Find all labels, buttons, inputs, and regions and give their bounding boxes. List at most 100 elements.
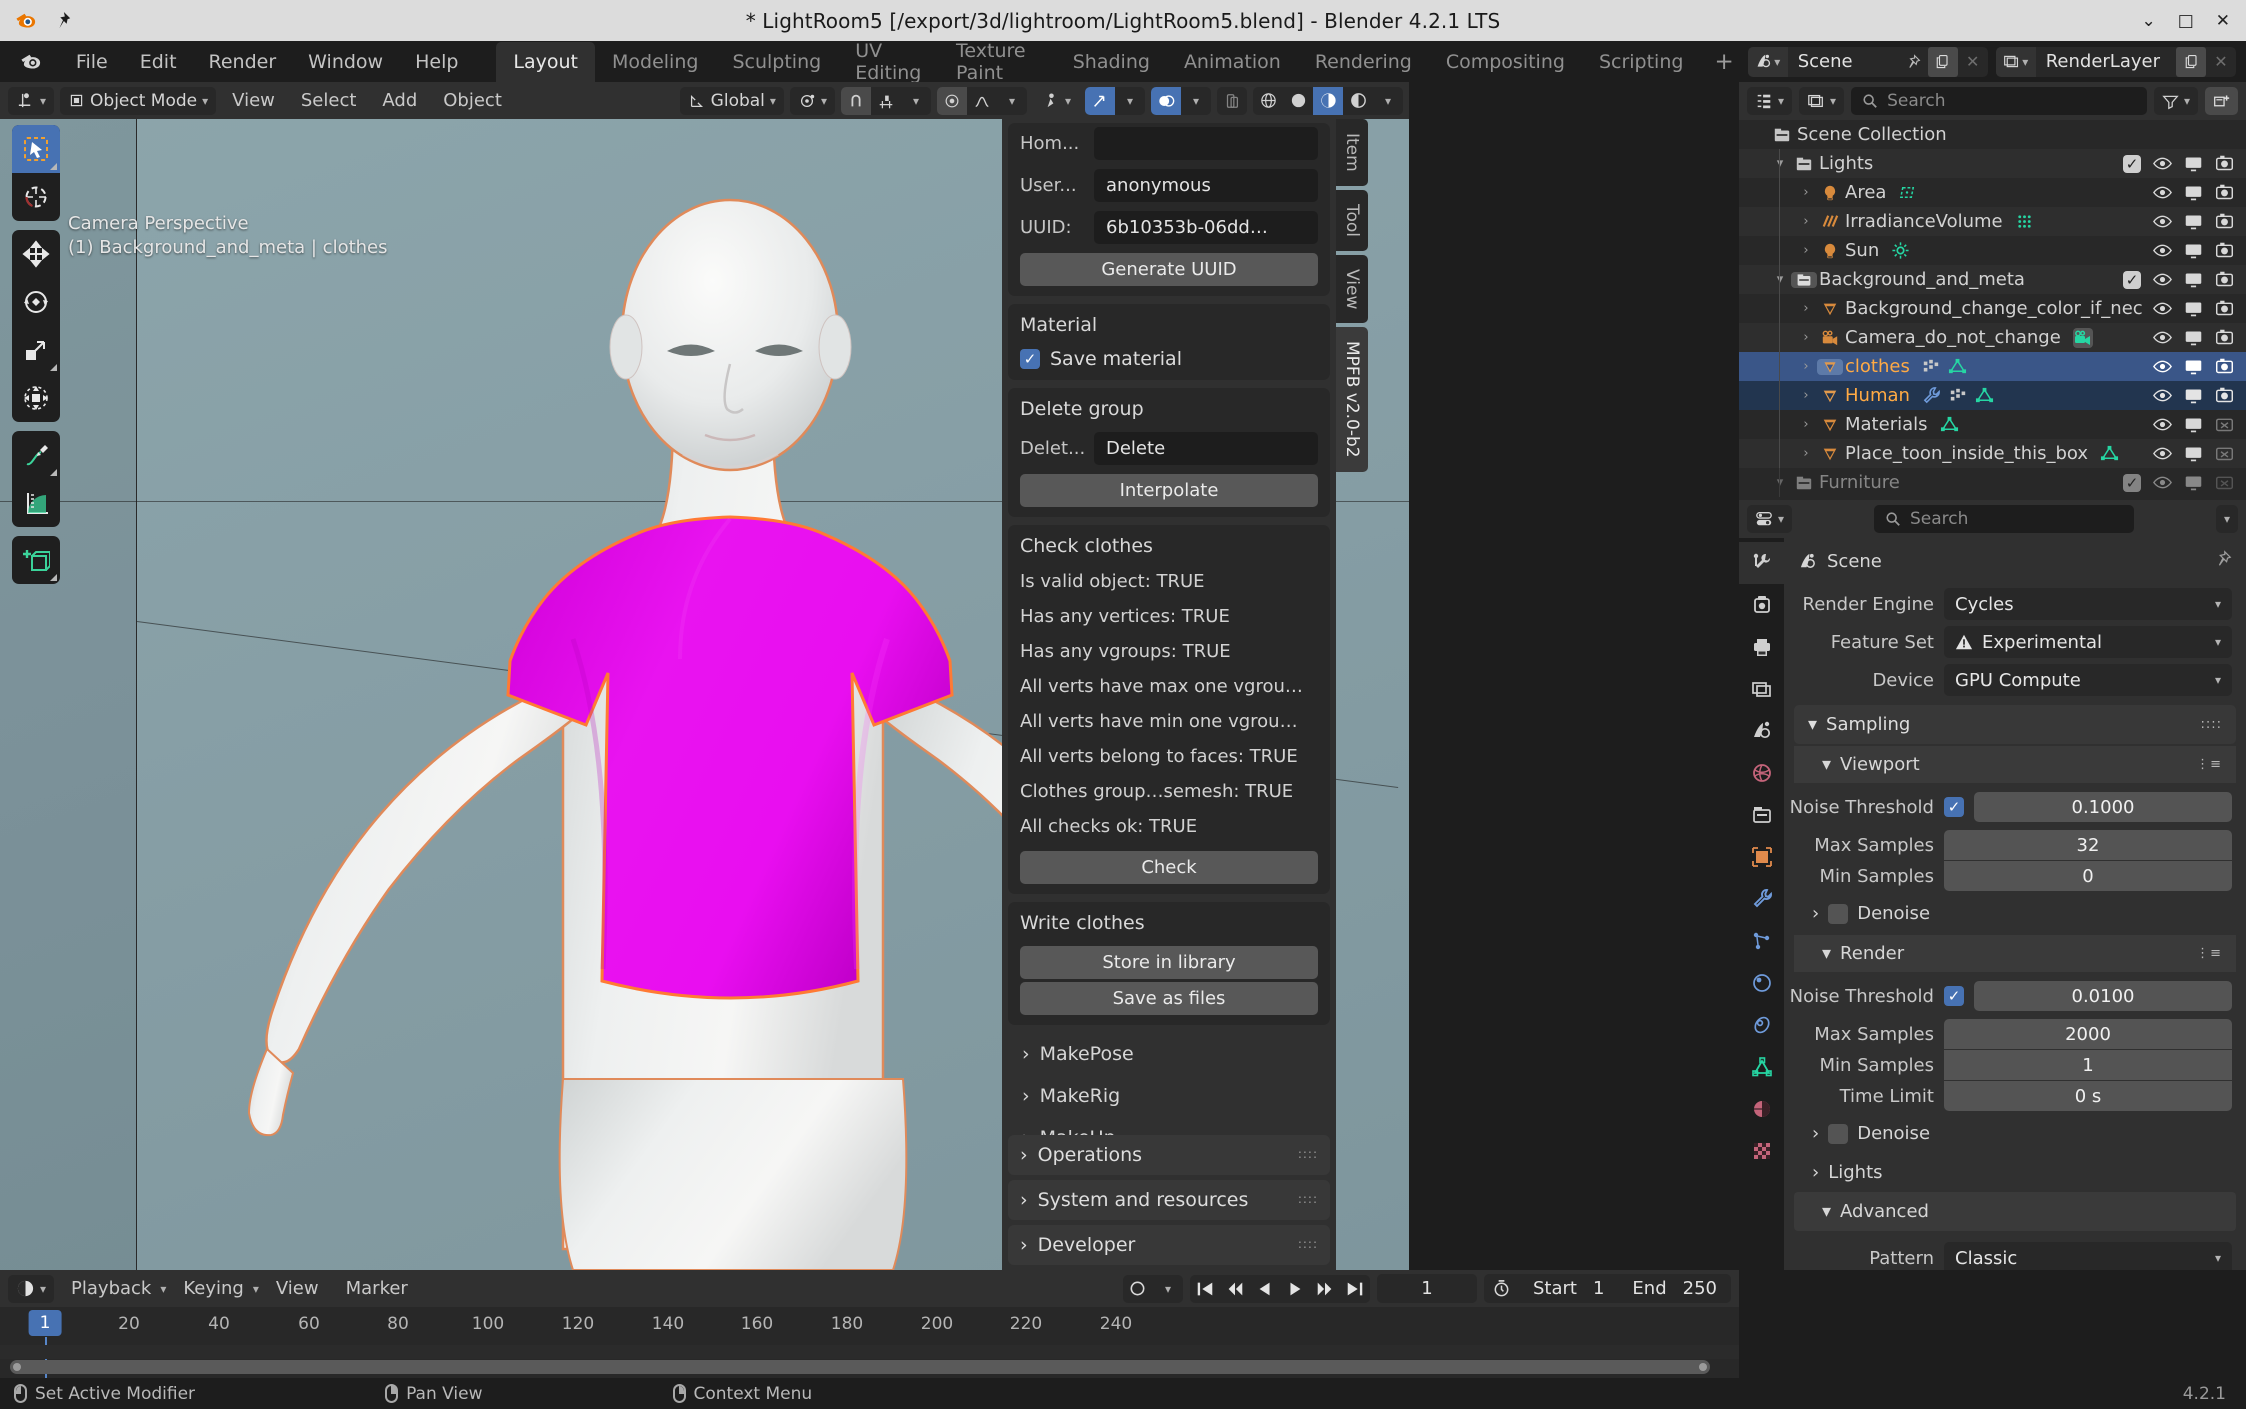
- screen-icon[interactable]: [2184, 154, 2203, 173]
- transform-orientation-selector[interactable]: Global ▾: [679, 86, 784, 115]
- object-mode-selector[interactable]: Object Mode ▾: [60, 86, 217, 115]
- preset-list-icon[interactable]: ⋮≡: [2196, 758, 2222, 771]
- camera-data-icon[interactable]: [2072, 327, 2093, 348]
- twisty-icon[interactable]: ▾: [1769, 272, 1791, 287]
- cursor-tool[interactable]: [12, 173, 60, 221]
- outliner-row-clothes[interactable]: › clothes: [1739, 352, 2246, 381]
- menu-window[interactable]: Window: [292, 46, 399, 78]
- twisty-icon[interactable]: ›: [1795, 417, 1817, 432]
- outliner-row-background-change-color[interactable]: › Background_change_color_if_nec: [1739, 294, 2246, 323]
- eye-icon[interactable]: [2153, 386, 2172, 405]
- outliner-search-input[interactable]: Search: [1851, 87, 2147, 115]
- scene-selector[interactable]: ▾ Scene ✕: [1747, 46, 1988, 77]
- camera-render-icon[interactable]: [2215, 241, 2234, 260]
- screen-icon[interactable]: [2184, 183, 2203, 202]
- save-material-checkbox-row[interactable]: ✓ Save material: [1020, 348, 1318, 370]
- menu-edit[interactable]: Edit: [124, 46, 193, 78]
- blender-menu-icon[interactable]: [14, 49, 50, 75]
- tab-shading[interactable]: Shading: [1056, 42, 1167, 82]
- vertex-group-icon[interactable]: [1922, 358, 1940, 376]
- menu-help[interactable]: Help: [399, 46, 474, 78]
- new-collection-icon[interactable]: [2205, 87, 2238, 115]
- properties-editor[interactable]: ▾ Search ▾ Scene Render Engine Cycles ▾ …: [1739, 500, 2246, 1270]
- twisty-icon[interactable]: ›: [1795, 214, 1817, 229]
- delete-scene-icon[interactable]: ✕: [1958, 47, 1988, 77]
- tab-particles[interactable]: [1739, 920, 1784, 962]
- show-gizmo-icon[interactable]: [1085, 86, 1115, 115]
- check-button[interactable]: Check: [1020, 851, 1318, 884]
- new-viewlayer-icon[interactable]: [2176, 46, 2206, 77]
- play-icon[interactable]: [1280, 1275, 1310, 1303]
- eye-icon[interactable]: [2153, 444, 2172, 463]
- viewport-max-samples-value[interactable]: 32: [1944, 830, 2232, 860]
- snap-dropdown-icon[interactable]: ▾: [901, 87, 931, 115]
- menu-file[interactable]: File: [60, 46, 124, 78]
- tab-physics[interactable]: [1739, 962, 1784, 1004]
- annotate-tool[interactable]: [12, 431, 60, 479]
- minimize-button[interactable]: ⌄: [2141, 11, 2155, 31]
- tab-data[interactable]: [1739, 1046, 1784, 1088]
- current-frame-field[interactable]: 1: [1376, 1274, 1477, 1303]
- rendered-shading-icon[interactable]: [1343, 87, 1373, 115]
- grip-dots-icon[interactable]: ::::: [1298, 1238, 1318, 1250]
- section-system-and-resources[interactable]: › System and resources ::::: [1008, 1180, 1330, 1220]
- jump-start-icon[interactable]: [1190, 1275, 1220, 1303]
- outliner-row-background-and-meta[interactable]: ▾ Background_and_meta ✓: [1739, 265, 2246, 294]
- outliner-filter-icon[interactable]: ▾: [2153, 87, 2198, 115]
- outliner-row-camera-do-not-change[interactable]: › Camera_do_not_change: [1739, 323, 2246, 352]
- camera-render-disabled-icon[interactable]: [2215, 473, 2234, 492]
- timeline-menu-keying[interactable]: Keying: [173, 1274, 253, 1303]
- viewport-menu-view[interactable]: View: [222, 86, 285, 115]
- viewlayer-name[interactable]: RenderLayer: [2035, 51, 2176, 72]
- outliner-row-human[interactable]: › Human: [1739, 381, 2246, 410]
- camera-render-icon[interactable]: [2215, 270, 2234, 289]
- render-engine-select[interactable]: Cycles ▾: [1944, 588, 2232, 620]
- eye-icon[interactable]: [2153, 270, 2172, 289]
- overlay-dropdown-icon[interactable]: ▾: [1181, 87, 1211, 115]
- twisty-icon[interactable]: ›: [1795, 243, 1817, 258]
- tab-layout[interactable]: Layout: [496, 41, 596, 82]
- outliner-row-furniture[interactable]: ▾ Furniture ✓: [1739, 468, 2246, 497]
- start-frame-field[interactable]: Start 1: [1519, 1278, 1618, 1299]
- render-sampling-header[interactable]: ▾ Render ⋮≡: [1794, 935, 2236, 972]
- eye-icon[interactable]: [2153, 473, 2172, 492]
- twisty-icon[interactable]: ▾: [1769, 156, 1791, 171]
- scale-tool[interactable]: [12, 326, 60, 374]
- viewport-noise-threshold-checkbox[interactable]: ✓: [1944, 797, 1964, 817]
- timeline-editor[interactable]: ▾ Playback ▾ Keying ▾ View Marker ▾ 1 St…: [0, 1270, 1739, 1385]
- viewport-menu-object[interactable]: Object: [433, 86, 512, 115]
- pattern-select[interactable]: Classic ▾: [1944, 1242, 2232, 1270]
- wireframe-shading-icon[interactable]: [1253, 87, 1283, 115]
- viewport-menu-select[interactable]: Select: [291, 86, 367, 115]
- move-tool[interactable]: [12, 230, 60, 278]
- outliner-row-irradiancevolume[interactable]: › IrradianceVolume: [1739, 207, 2246, 236]
- camera-render-disabled-icon[interactable]: [2215, 415, 2234, 434]
- pivot-point-selector[interactable]: ▾: [789, 86, 835, 115]
- tab-sculpting[interactable]: Sculpting: [715, 42, 838, 82]
- snap-target-icon[interactable]: [871, 87, 901, 115]
- tab-constraints[interactable]: [1739, 1004, 1784, 1046]
- screen-icon[interactable]: [2184, 444, 2203, 463]
- rotate-tool[interactable]: [12, 278, 60, 326]
- auto-keyframe-icon[interactable]: [1123, 1275, 1153, 1303]
- tab-scene[interactable]: [1739, 710, 1784, 752]
- material-preview-shading-icon[interactable]: [1313, 86, 1343, 115]
- tab-output[interactable]: [1739, 626, 1784, 668]
- camera-render-icon[interactable]: [2215, 386, 2234, 405]
- visibility-selector[interactable]: ▾: [1033, 87, 1079, 115]
- maximize-button[interactable]: □: [2178, 11, 2194, 31]
- tab-tool[interactable]: [1739, 542, 1784, 584]
- proportional-edit-icon[interactable]: [936, 86, 967, 115]
- twisty-icon[interactable]: ›: [1795, 330, 1817, 345]
- screen-icon[interactable]: [2184, 473, 2203, 492]
- properties-options-icon[interactable]: ▾: [2215, 505, 2238, 533]
- subpanel-makerig[interactable]: › MakeRig: [1008, 1075, 1330, 1117]
- outliner-row-materials[interactable]: › Materials: [1739, 410, 2246, 439]
- properties-search-input[interactable]: Search: [1874, 505, 2134, 533]
- menu-render[interactable]: Render: [193, 46, 293, 78]
- frame-range-fields[interactable]: Start 1 End 250: [1483, 1274, 1731, 1303]
- measure-tool[interactable]: [12, 479, 60, 527]
- twisty-icon[interactable]: ›: [1795, 446, 1817, 461]
- outliner-row-sun[interactable]: › Sun: [1739, 236, 2246, 265]
- timeline-keyframe-strip[interactable]: [0, 1345, 1739, 1359]
